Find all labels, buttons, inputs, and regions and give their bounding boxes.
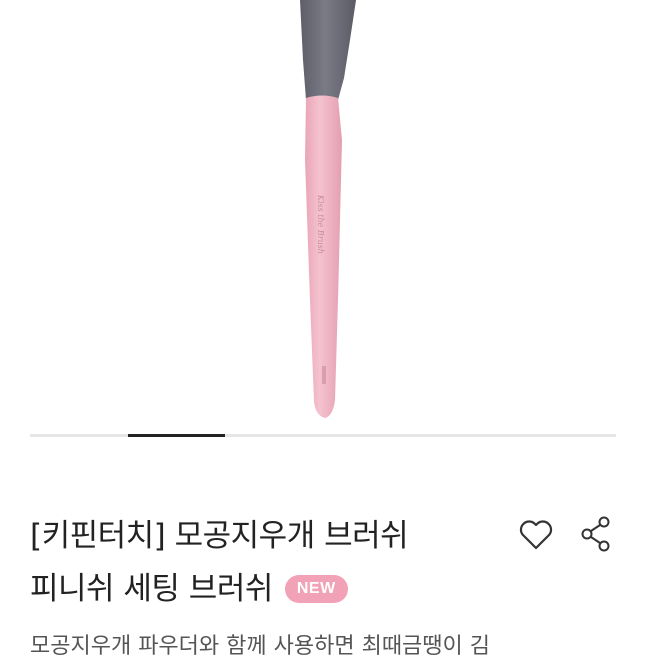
heart-icon <box>519 520 553 550</box>
brush-ferrule <box>300 0 356 100</box>
brush-illustration: Kiss the Brush <box>300 0 356 418</box>
product-title-line1: [키핀터치] 모공지우개 브러쉬 <box>30 518 409 554</box>
product-image[interactable]: Kiss the Brush <box>0 0 645 430</box>
carousel-progress-indicator <box>127 434 226 437</box>
carousel-progress-track[interactable] <box>30 434 616 437</box>
new-badge: NEW <box>284 575 348 603</box>
share-icon <box>581 516 610 552</box>
product-description: 모공지우개 파우더와 함께 사용하면 최때금땡이 김 <box>30 634 491 659</box>
product-title-line2: 피니쉬 세팅 브러쉬 <box>30 571 273 607</box>
handle-imprint: Kiss the Brush <box>316 194 325 254</box>
share-button[interactable] <box>576 514 616 554</box>
product-title-line2-row: 피니쉬 세팅 브러쉬 NEW <box>30 569 348 609</box>
like-button[interactable] <box>516 514 556 554</box>
handle-mark <box>322 366 326 384</box>
